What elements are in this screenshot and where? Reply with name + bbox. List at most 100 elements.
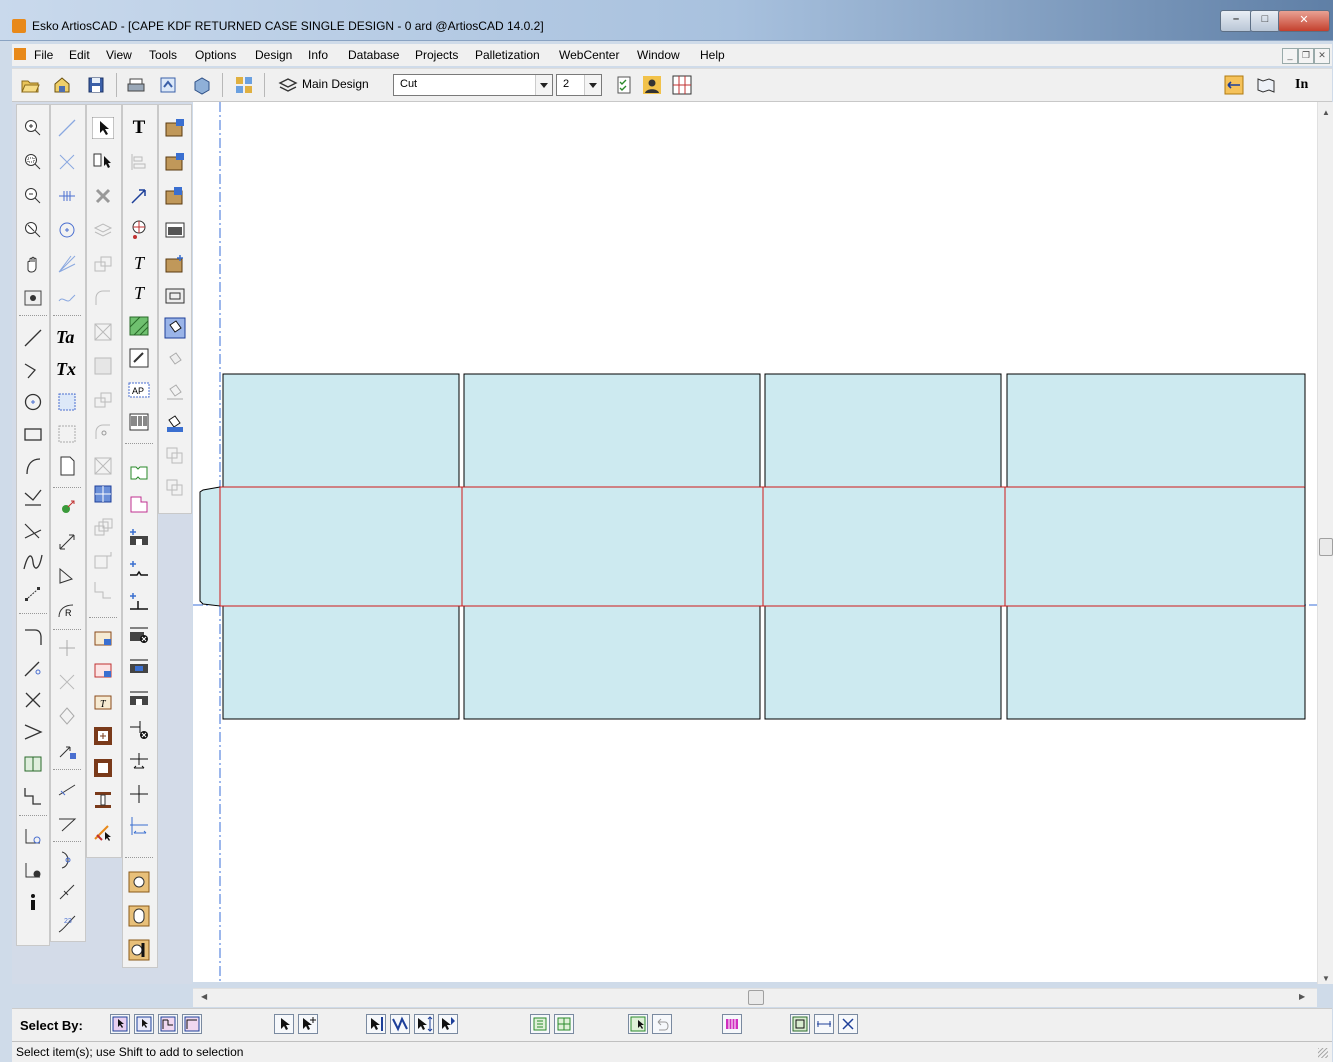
select-arrow-button[interactable]: [274, 1014, 294, 1034]
image-window-icon[interactable]: [164, 219, 186, 241]
select-frame-button[interactable]: [790, 1014, 810, 1034]
image-crop-icon[interactable]: [164, 185, 186, 207]
outline-green-icon[interactable]: [128, 461, 150, 483]
text-tool-icon[interactable]: T: [128, 117, 150, 139]
group-tool-icon[interactable]: [22, 753, 44, 775]
select-add-button[interactable]: [298, 1014, 318, 1034]
nick-add-icon[interactable]: [128, 559, 150, 581]
construct-circle-icon[interactable]: [56, 219, 78, 241]
bridge-add-icon[interactable]: [128, 527, 150, 549]
curve-gray-icon[interactable]: [92, 421, 114, 443]
diagonal-arrow-icon[interactable]: [56, 531, 78, 553]
notch-add-icon[interactable]: [128, 591, 150, 613]
menu-file[interactable]: File: [34, 48, 53, 62]
copy-tool-icon[interactable]: [92, 253, 114, 275]
angle-line-icon[interactable]: [22, 359, 44, 381]
menu-info[interactable]: Info: [308, 48, 328, 62]
tangent-tool-icon[interactable]: [22, 487, 44, 509]
circle-tool-icon[interactable]: [22, 391, 44, 413]
rule-plus-icon[interactable]: [92, 725, 114, 747]
board-tool-icon[interactable]: [92, 627, 114, 649]
document-icon[interactable]: [14, 48, 26, 60]
angle-measure-icon[interactable]: [56, 565, 78, 587]
menu-window[interactable]: Window: [637, 48, 680, 62]
mirror-tool-icon[interactable]: [56, 705, 78, 727]
duplicate-icon[interactable]: [92, 389, 114, 411]
fillet-tool-icon[interactable]: [92, 287, 114, 309]
text-italic-icon[interactable]: T: [128, 253, 150, 275]
output-icon[interactable]: [158, 75, 178, 95]
chevron-down-icon[interactable]: [584, 75, 601, 95]
menu-projects[interactable]: Projects: [415, 48, 458, 62]
extend-tool-icon[interactable]: [22, 721, 44, 743]
select-curve-button[interactable]: [628, 1014, 648, 1034]
info-icon[interactable]: [22, 891, 44, 913]
select-by-type-button[interactable]: [110, 1014, 130, 1034]
blend-tool-icon[interactable]: [56, 881, 78, 903]
select-checklist-icon[interactable]: [92, 151, 114, 173]
menu-palletization[interactable]: Palletization: [475, 48, 540, 62]
dimension-grid-icon[interactable]: [56, 391, 78, 413]
scroll-up-icon[interactable]: ▲: [1322, 108, 1330, 117]
copy-gray-alt-icon[interactable]: [164, 477, 186, 499]
pointage-select[interactable]: 2: [556, 74, 602, 96]
select-clear-button[interactable]: [838, 1014, 858, 1034]
scale-tool-icon[interactable]: [56, 739, 78, 761]
bridge-move-icon[interactable]: [128, 655, 150, 677]
scroll-left-icon[interactable]: ◀: [201, 992, 207, 1001]
text-align-icon[interactable]: Ta: [56, 327, 78, 349]
clip-tool-icon[interactable]: [128, 347, 150, 369]
image-add-icon[interactable]: [164, 117, 186, 139]
users-icon[interactable]: [642, 75, 662, 95]
zoom-extents-icon[interactable]: [22, 219, 44, 241]
construction-line-icon[interactable]: [56, 117, 78, 139]
menu-options[interactable]: Options: [195, 48, 236, 62]
save-icon[interactable]: [86, 75, 106, 95]
grid-snap-icon[interactable]: [672, 75, 692, 95]
menu-database[interactable]: Database: [348, 48, 399, 62]
layers-icon[interactable]: [278, 75, 298, 95]
stacked-copy-icon[interactable]: [92, 517, 114, 539]
pan-hand-icon[interactable]: [22, 253, 44, 275]
hole-select-icon[interactable]: [128, 939, 150, 961]
open-database-icon[interactable]: [52, 75, 72, 95]
move-point-icon[interactable]: [56, 497, 78, 519]
fill-gray-icon[interactable]: [164, 349, 186, 371]
delete-x-icon[interactable]: [92, 185, 114, 207]
select-inside-button[interactable]: [530, 1014, 550, 1034]
image-frame-icon[interactable]: [164, 285, 186, 307]
dimension-box-icon[interactable]: [56, 423, 78, 445]
divide-icon[interactable]: [56, 185, 78, 207]
horizontal-scrollbar[interactable]: ◀ ▶: [193, 988, 1317, 1007]
oval-hole-icon[interactable]: [128, 905, 150, 927]
mdi-close-button[interactable]: ✕: [1314, 48, 1330, 64]
text-path-icon[interactable]: T: [128, 283, 150, 305]
intersect-icon[interactable]: [56, 151, 78, 173]
design-canvas[interactable]: [193, 102, 1317, 982]
nick-move-icon[interactable]: [128, 751, 150, 773]
close-button[interactable]: ✕: [1278, 10, 1330, 32]
select-crossing-button[interactable]: [554, 1014, 574, 1034]
vertical-scroll-thumb[interactable]: [1319, 538, 1333, 556]
curve-point-icon[interactable]: 23: [56, 913, 78, 935]
fill-outline-icon[interactable]: [164, 381, 186, 403]
hatch-fill-icon[interactable]: [128, 315, 150, 337]
view-icon[interactable]: [22, 287, 44, 309]
3d-icon[interactable]: [192, 75, 212, 95]
arrows-horizontal-icon[interactable]: [1224, 75, 1244, 95]
chevron-down-icon[interactable]: [535, 75, 552, 95]
rectangle-tool-icon[interactable]: [22, 423, 44, 445]
select-horizontal-button[interactable]: [814, 1014, 834, 1034]
zoom-in-icon[interactable]: [22, 117, 44, 139]
barcode-icon[interactable]: [128, 411, 150, 433]
outline-pink-icon[interactable]: [128, 493, 150, 515]
rule-box-icon[interactable]: [92, 757, 114, 779]
select-connected-button[interactable]: [414, 1014, 434, 1034]
nick-position-icon[interactable]: [128, 783, 150, 805]
menu-view[interactable]: View: [106, 48, 132, 62]
menu-tools[interactable]: Tools: [149, 48, 177, 62]
nick-delete-icon[interactable]: [128, 719, 150, 741]
select-line-button[interactable]: [366, 1014, 386, 1034]
bridge-icon[interactable]: [128, 687, 150, 709]
round-hole-icon[interactable]: [128, 871, 150, 893]
